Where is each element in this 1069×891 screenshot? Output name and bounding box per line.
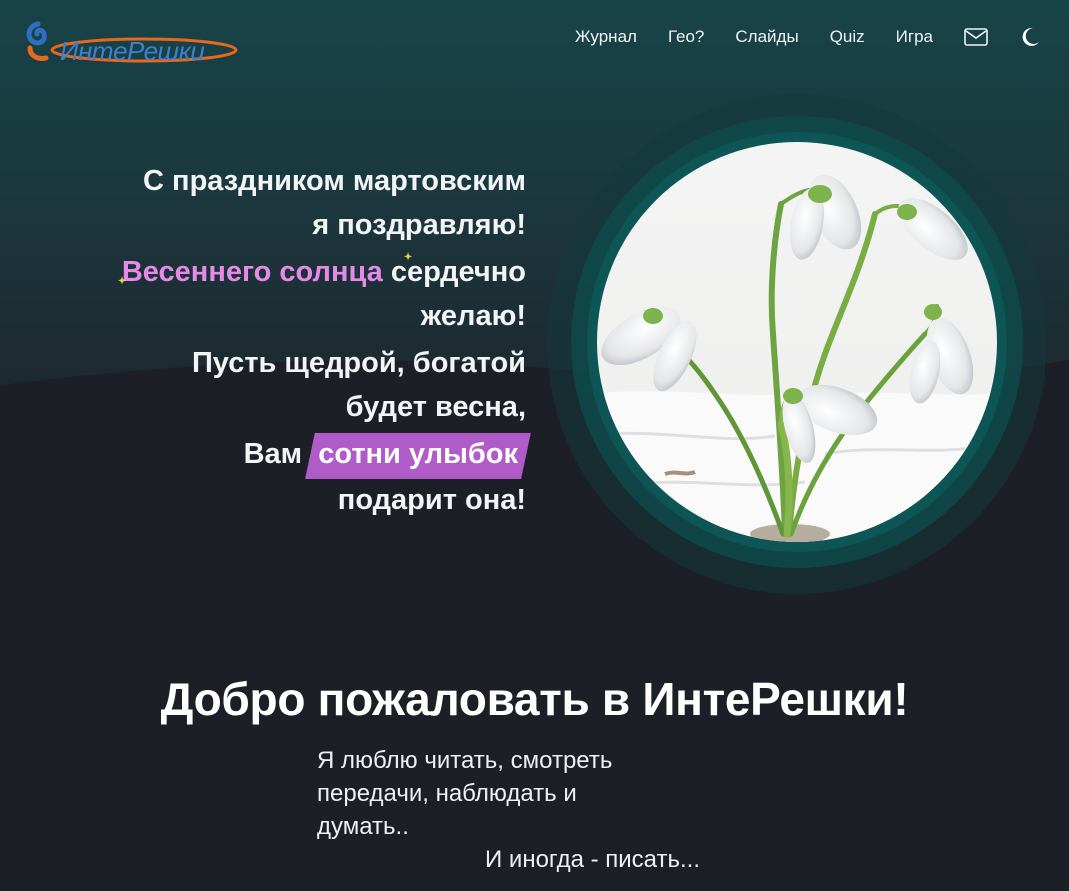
- mail-icon[interactable]: [964, 28, 988, 46]
- highlight-text: Весеннего солнца: [121, 256, 383, 288]
- poem-line: Вам сотни улыбок: [20, 433, 531, 479]
- intro-text: Я люблю читать, смотреть передачи, наблю…: [317, 744, 747, 876]
- hero-image-frame: [545, 94, 1045, 594]
- moon-icon[interactable]: [1019, 26, 1041, 48]
- welcome-title: Добро пожаловать в ИнтеРешки!: [160, 673, 909, 725]
- intro-line: И иногда - писать...: [485, 846, 701, 873]
- poem-line: Пусть щедрой, богатой: [191, 347, 526, 379]
- sparkle-icon: ✦: [403, 252, 413, 263]
- nav-link-geo[interactable]: Гео?: [668, 27, 704, 47]
- poem-stanza: ✦ ✦ Весеннего солнца сердечно желаю!: [20, 251, 526, 338]
- nav-link-journal[interactable]: Журнал: [575, 27, 637, 47]
- poem-stanza: Пусть щедрой, богатой будет весна,: [20, 342, 526, 429]
- nav-link-quiz[interactable]: Quiz: [830, 27, 865, 47]
- snowdrop-image: [547, 94, 1045, 594]
- poem-line: я поздравляю!: [312, 208, 526, 241]
- intro-line: передачи, наблюдать и: [317, 780, 577, 807]
- poem-line: ✦ ✦ Весеннего солнца сердечно: [20, 251, 526, 295]
- nav-link-slides[interactable]: Слайды: [735, 27, 798, 47]
- highlight-spring-sun: ✦ ✦ Весеннего солнца: [118, 252, 412, 288]
- logo-text: ИнтеРешки: [60, 36, 205, 66]
- main-nav: Журнал Гео? Слайды Quiz Игра: [544, 26, 1041, 48]
- poem-stanza: С праздником мартовским я поздравляю!: [20, 160, 526, 247]
- poem-stanza: Вам сотни улыбок подарит она!: [20, 433, 531, 522]
- poem-line-start: Вам: [243, 438, 311, 470]
- intro-line: думать..: [317, 813, 409, 840]
- poem-line: подарит она!: [337, 483, 526, 516]
- highlight-text: сотни улыбок: [318, 438, 519, 470]
- site-header: ИнтеРешки Журнал Гео? Слайды Quiz Игра: [0, 0, 1069, 80]
- sparkle-icon: ✦: [117, 276, 127, 287]
- poem-line: будет весна,: [345, 390, 526, 423]
- poem-line: желаю!: [420, 299, 526, 332]
- highlight-smiles: сотни улыбок: [305, 433, 531, 479]
- poem-line: С праздником мартовским: [143, 165, 526, 197]
- greeting-poem: С праздником мартовским я поздравляю! ✦ ✦…: [20, 160, 531, 526]
- site-logo[interactable]: ИнтеРешки: [24, 14, 239, 66]
- intro-line: Я люблю читать, смотреть: [317, 747, 613, 774]
- nav-link-game[interactable]: Игра: [896, 27, 933, 47]
